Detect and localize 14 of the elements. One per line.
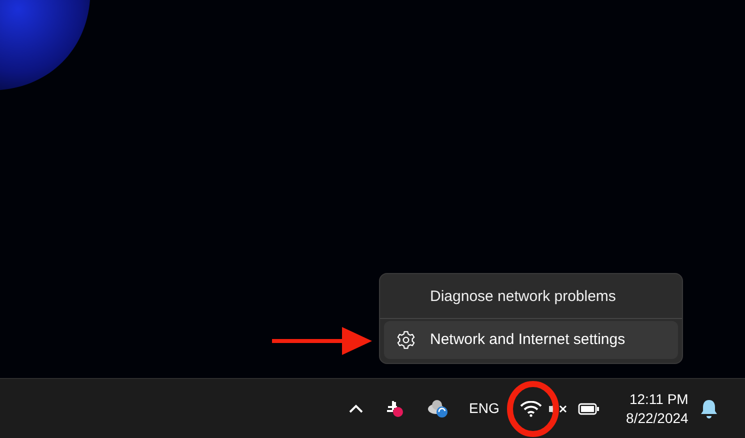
annotation-circle xyxy=(506,380,560,438)
menu-item[interactable]: Network and Internet settings xyxy=(384,321,678,359)
chevron-up-icon[interactable] xyxy=(349,404,363,413)
wifi-icon[interactable] xyxy=(520,400,542,416)
app-tray-icon[interactable] xyxy=(386,400,404,418)
notification-bell-icon[interactable] xyxy=(700,398,718,418)
menu-item[interactable]: Diagnose network problems xyxy=(384,278,678,316)
time-text: 12:11 PM xyxy=(629,390,688,408)
date-text: 8/22/2024 xyxy=(626,408,688,428)
cloud-sync-icon[interactable] xyxy=(427,400,449,418)
clock[interactable]: 12:11 PM 8/22/2024 xyxy=(612,390,688,428)
language-indicator[interactable]: ENG xyxy=(469,398,500,419)
battery-icon[interactable] xyxy=(578,402,600,414)
settings-icon xyxy=(396,330,416,350)
